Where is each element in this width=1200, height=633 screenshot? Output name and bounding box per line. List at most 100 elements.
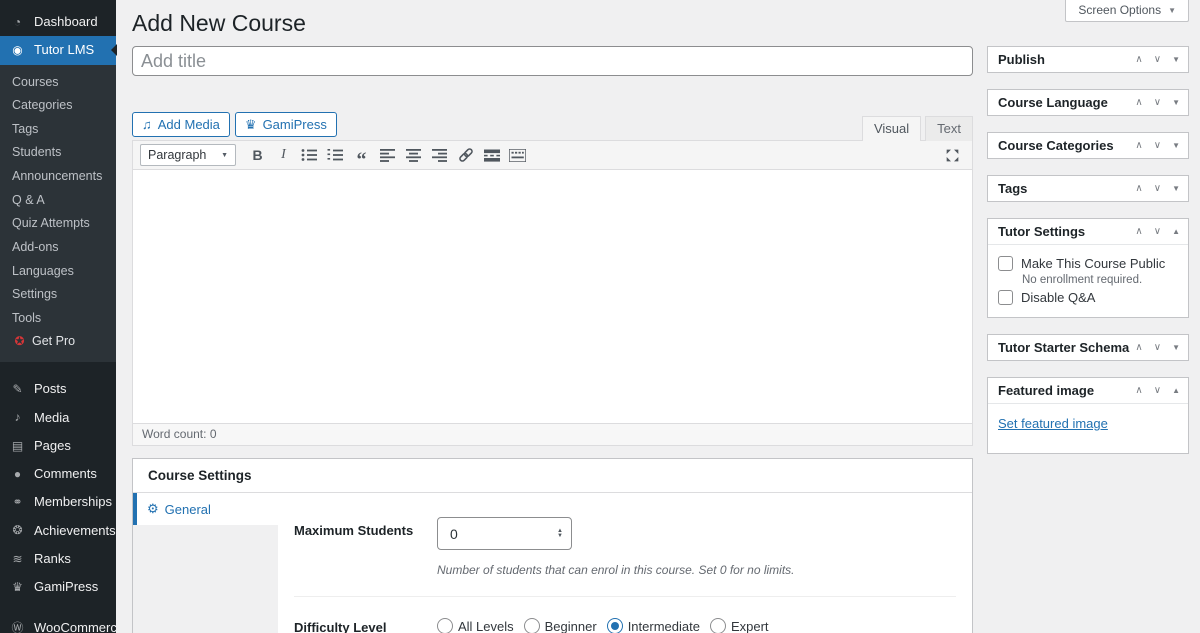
- align-center-icon: [405, 149, 421, 162]
- fullscreen-button[interactable]: [940, 144, 965, 166]
- metabox-header[interactable]: Tutor Starter Schema ∧ ∨ ▼: [988, 335, 1188, 360]
- sidebar-item-q-and-a[interactable]: Q & A: [0, 189, 116, 213]
- move-up-icon[interactable]: ∧: [1135, 342, 1142, 353]
- metabox-header[interactable]: Tags ∧ ∨ ▼: [988, 176, 1188, 201]
- sidebar-item-comments[interactable]: ● Comments: [0, 460, 116, 488]
- italic-button[interactable]: I: [271, 144, 296, 166]
- move-down-icon[interactable]: ∨: [1154, 226, 1161, 237]
- toggle-panel-icon[interactable]: ▲: [1172, 386, 1180, 395]
- disable-qa-label: Disable Q&A: [1021, 290, 1096, 305]
- sidebar-item-get-pro[interactable]: ✪ Get Pro: [0, 330, 116, 352]
- max-students-input[interactable]: 0 ▲ ▼: [437, 517, 572, 550]
- sidebar-item-add-ons[interactable]: Add-ons: [0, 236, 116, 260]
- align-center-button[interactable]: [401, 144, 426, 166]
- tab-visual[interactable]: Visual: [861, 116, 922, 141]
- sidebar-item-courses[interactable]: Courses: [0, 71, 116, 95]
- insert-more-tag-button[interactable]: [479, 144, 504, 166]
- tab-general[interactable]: ⚙ General: [133, 493, 278, 525]
- toolbar-toggle-icon: [509, 148, 526, 162]
- numbered-list-button[interactable]: [323, 144, 348, 166]
- numbered-list-icon: [327, 149, 343, 161]
- sidebar-item-tags[interactable]: Tags: [0, 118, 116, 142]
- sidebar-item-quiz-attempts[interactable]: Quiz Attempts: [0, 212, 116, 236]
- link-icon: [458, 148, 473, 162]
- course-title-input[interactable]: [132, 46, 973, 76]
- set-featured-image-link[interactable]: Set featured image: [998, 416, 1108, 431]
- move-up-icon[interactable]: ∧: [1135, 226, 1142, 237]
- radio-intermediate[interactable]: [606, 618, 623, 633]
- move-up-icon[interactable]: ∧: [1135, 385, 1142, 396]
- editor-content-area[interactable]: [132, 170, 973, 424]
- metabox-header[interactable]: Course Categories ∧ ∨ ▼: [988, 133, 1188, 158]
- toggle-panel-icon[interactable]: ▲: [1172, 227, 1180, 236]
- move-down-icon[interactable]: ∨: [1154, 140, 1161, 151]
- metabox-title: Publish: [998, 52, 1045, 67]
- insert-link-button[interactable]: [453, 144, 478, 166]
- toggle-panel-icon[interactable]: ▼: [1172, 184, 1180, 193]
- metabox-header[interactable]: Tutor Settings ∧ ∨ ▲: [988, 219, 1188, 244]
- sidebar-item-settings[interactable]: Settings: [0, 283, 116, 307]
- sidebar-item-categories[interactable]: Categories: [0, 94, 116, 118]
- radio-all-levels[interactable]: [437, 618, 453, 633]
- sidebar-item-media[interactable]: ♪ Media: [0, 404, 116, 432]
- tab-text[interactable]: Text: [925, 116, 973, 141]
- metabox-header[interactable]: Publish ∧ ∨ ▼: [988, 47, 1188, 72]
- sidebar-item-tools[interactable]: Tools: [0, 307, 116, 331]
- course-settings-title: Course Settings: [133, 459, 972, 493]
- make-course-public-checkbox[interactable]: [998, 256, 1013, 271]
- disable-qa-checkbox[interactable]: [998, 290, 1013, 305]
- spinner-down-icon[interactable]: ▼: [557, 533, 563, 539]
- bold-button[interactable]: B: [245, 144, 270, 166]
- sidebar-item-achievements[interactable]: ❂ Achievements: [0, 517, 116, 545]
- sidebar-item-dashboard[interactable]: ◔ Dashboard: [0, 8, 116, 36]
- metabox-title: Course Categories: [998, 138, 1114, 153]
- sidebar-item-ranks[interactable]: ≋ Ranks: [0, 545, 116, 573]
- bullet-list-button[interactable]: [297, 144, 322, 166]
- blockquote-button[interactable]: “: [349, 144, 374, 170]
- move-up-icon[interactable]: ∧: [1135, 97, 1142, 108]
- sidebar-item-tutor-lms[interactable]: ◉ Tutor LMS: [0, 36, 116, 65]
- toggle-panel-icon[interactable]: ▼: [1172, 141, 1180, 150]
- metabox-header[interactable]: Featured image ∧ ∨ ▲: [988, 378, 1188, 403]
- move-down-icon[interactable]: ∨: [1154, 183, 1161, 194]
- sidebar-item-pages[interactable]: ▤ Pages: [0, 432, 116, 460]
- paragraph-format-select[interactable]: Paragraph ▼: [140, 144, 236, 166]
- add-media-button[interactable]: ♫ Add Media: [132, 112, 230, 137]
- toggle-panel-icon[interactable]: ▼: [1172, 55, 1180, 64]
- sidebar-item-woocommerce[interactable]: Ⓦ WooCommerce: [0, 614, 124, 633]
- chevron-down-icon: ▼: [221, 151, 228, 159]
- screen-options-button[interactable]: Screen Options ▼: [1065, 0, 1189, 22]
- toolbar-toggle-button[interactable]: [505, 144, 530, 166]
- move-down-icon[interactable]: ∨: [1154, 342, 1161, 353]
- sidebar-item-label: Posts: [34, 381, 67, 397]
- metabox-course-language: Course Language ∧ ∨ ▼: [987, 89, 1189, 116]
- move-up-icon[interactable]: ∧: [1135, 183, 1142, 194]
- move-up-icon[interactable]: ∧: [1135, 140, 1142, 151]
- number-spinner[interactable]: ▲ ▼: [557, 528, 563, 539]
- metabox-tutor-starter-schema: Tutor Starter Schema ∧ ∨ ▼: [987, 334, 1189, 361]
- toggle-panel-icon[interactable]: ▼: [1172, 98, 1180, 107]
- move-down-icon[interactable]: ∨: [1154, 385, 1161, 396]
- sidebar-item-gamipress[interactable]: ♛ GamiPress: [0, 573, 116, 601]
- metabox-title: Tutor Settings: [998, 224, 1086, 239]
- sidebar-item-label: Comments: [34, 466, 97, 482]
- featured-image-body: Set featured image: [988, 403, 1188, 453]
- move-down-icon[interactable]: ∨: [1154, 54, 1161, 65]
- gamipress-button[interactable]: ♛ GamiPress: [234, 112, 337, 137]
- sidebar-item-memberships[interactable]: ⚭ Memberships: [0, 488, 116, 516]
- sidebar-item-posts[interactable]: ✎ Posts: [0, 375, 116, 403]
- metabox-featured-image: Featured image ∧ ∨ ▲ Set featured image: [987, 377, 1189, 454]
- toggle-panel-icon[interactable]: ▼: [1172, 343, 1180, 352]
- comment-bubble-icon: ●: [13, 466, 22, 481]
- move-up-icon[interactable]: ∧: [1135, 54, 1142, 65]
- sidebar-item-students[interactable]: Students: [0, 141, 116, 165]
- sidebar-item-languages[interactable]: Languages: [0, 260, 116, 284]
- radio-expert[interactable]: [709, 618, 726, 633]
- metabox-header[interactable]: Course Language ∧ ∨ ▼: [988, 90, 1188, 115]
- move-down-icon[interactable]: ∨: [1154, 97, 1161, 108]
- editor-mode-tabs: Visual Text: [858, 116, 973, 141]
- sidebar-item-announcements[interactable]: Announcements: [0, 165, 116, 189]
- align-left-button[interactable]: [375, 144, 400, 166]
- radio-beginner[interactable]: [523, 618, 540, 633]
- align-right-button[interactable]: [427, 144, 452, 166]
